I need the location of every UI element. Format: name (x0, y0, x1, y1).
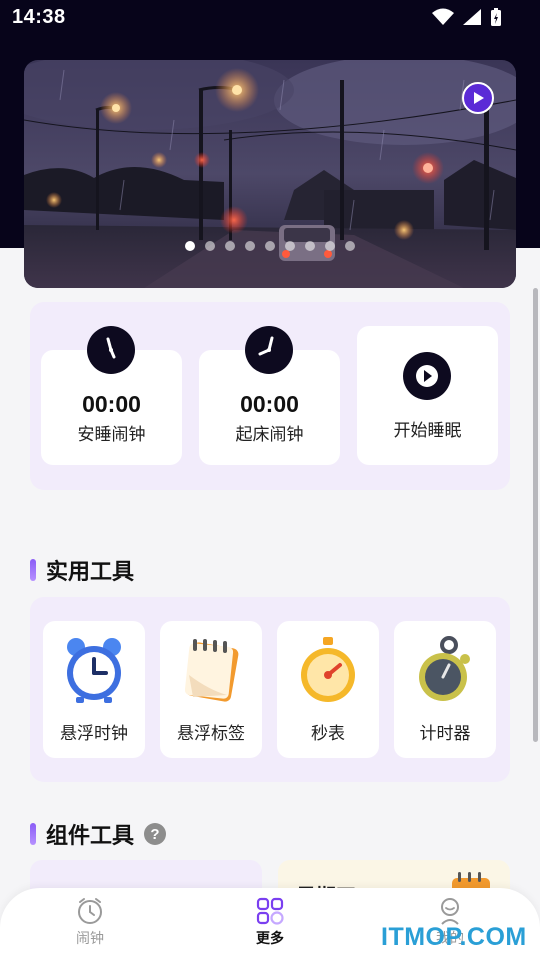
status-icons (432, 7, 502, 27)
play-video-button[interactable] (462, 82, 494, 114)
tool-label: 计时器 (419, 724, 471, 744)
start-sleep-button[interactable]: 开始睡眠 (357, 326, 498, 465)
banner-carousel[interactable] (24, 60, 516, 288)
carousel-dot[interactable] (285, 241, 295, 251)
carousel-dot[interactable] (225, 241, 235, 251)
wake-alarm-label: 起床闹钟 (235, 425, 304, 445)
widgets-section-title: 组件工具 ? (30, 818, 167, 850)
timer-icon (419, 636, 470, 701)
tools-title-text: 实用工具 (46, 560, 135, 585)
nav-item-more[interactable]: 更多 (230, 896, 310, 948)
tool-timer[interactable]: 计时器 (394, 621, 496, 758)
signal-icon (463, 9, 481, 25)
carousel-dot[interactable] (325, 241, 335, 251)
alarm-clock-icon (67, 638, 121, 703)
grid-icon (256, 897, 284, 925)
tool-label: 悬浮标签 (177, 724, 245, 744)
tool-floating-clock[interactable]: 悬浮时钟 (43, 621, 145, 758)
wake-clock-icon (245, 326, 293, 374)
carousel-dot[interactable] (345, 241, 355, 251)
stopwatch-icon (301, 637, 355, 702)
tools-card: 悬浮时钟 悬浮标签 秒表 计时器 (30, 597, 510, 782)
nav-label: 闹钟 (76, 931, 104, 947)
carousel-indicator (185, 241, 355, 251)
widgets-title-text: 组件工具 (46, 824, 135, 849)
wifi-icon (432, 8, 454, 25)
sleep-alarm-time: 00:00 (82, 391, 141, 417)
tool-label: 秒表 (311, 724, 345, 744)
sleep-alarm-label: 安睡闹钟 (77, 425, 146, 445)
nav-item-alarm[interactable]: 闹钟 (50, 896, 130, 948)
sleep-alarm-card: 00:00 安睡闹钟 00:00 起床闹钟 开始睡眠 (30, 302, 510, 490)
wake-alarm-time: 00:00 (240, 391, 299, 417)
status-bar: 14:38 (0, 0, 540, 36)
nav-label: 更多 (256, 931, 284, 947)
carousel-dot[interactable] (185, 241, 195, 251)
notepad-icon (184, 639, 239, 702)
user-icon (441, 898, 459, 925)
battery-icon (491, 8, 501, 26)
title-accent-bar (30, 559, 36, 581)
alarm-icon (78, 898, 102, 924)
carousel-dot[interactable] (265, 241, 275, 251)
play-circle-icon (403, 352, 451, 400)
banner-image (24, 60, 516, 288)
carousel-dot[interactable] (305, 241, 315, 251)
sleep-clock-icon (87, 326, 135, 374)
title-accent-bar (30, 823, 36, 845)
help-icon[interactable]: ? (144, 823, 167, 845)
carousel-dot[interactable] (245, 241, 255, 251)
tools-section-title: 实用工具 (30, 554, 134, 586)
play-icon (474, 92, 484, 104)
start-sleep-label: 开始睡眠 (393, 421, 462, 441)
status-time: 14:38 (12, 6, 66, 28)
carousel-dot[interactable] (205, 241, 215, 251)
watermark: ITMOP.COM (381, 923, 527, 951)
tool-label: 悬浮时钟 (60, 724, 128, 744)
tool-floating-note[interactable]: 悬浮标签 (160, 621, 262, 758)
tool-stopwatch[interactable]: 秒表 (277, 621, 379, 758)
scrollbar[interactable] (533, 288, 538, 742)
